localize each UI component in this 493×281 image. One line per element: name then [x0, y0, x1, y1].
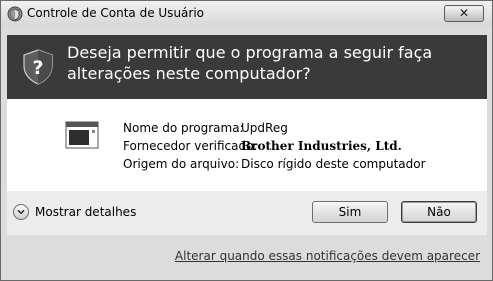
- details-bar: Mostrar detalhes Sim Não: [7, 191, 487, 235]
- publisher-label: Fornecedor verificado:: [123, 139, 258, 153]
- uac-shield-icon: [7, 6, 23, 22]
- svg-text:?: ?: [32, 57, 43, 79]
- chevron-down-icon: [13, 204, 29, 220]
- program-name-row: Nome do programa:UpdReg: [123, 121, 288, 135]
- banner-question: Deseja permitir que o programa a seguir …: [67, 43, 433, 83]
- window-title: Controle de Conta de Usuário: [27, 6, 205, 20]
- program-name-label: Nome do programa:: [123, 121, 244, 135]
- file-origin-row: Origem do arquivo: Disco rígido deste com…: [123, 157, 426, 171]
- title-bar[interactable]: Controle de Conta de Usuário ✕: [1, 1, 492, 27]
- publisher-value: Brother Industries, Ltd.: [241, 139, 402, 153]
- publisher-row: Fornecedor verificado:Brother Industries…: [123, 139, 402, 153]
- close-button[interactable]: ✕: [444, 5, 484, 22]
- close-icon: ✕: [458, 6, 470, 20]
- question-shield-icon: ?: [23, 49, 53, 85]
- program-info-panel: Nome do programa:UpdReg Fornecedor verif…: [7, 99, 487, 191]
- no-button[interactable]: Não: [401, 201, 477, 223]
- program-icon: [65, 121, 99, 149]
- file-origin-value: Disco rígido deste computador: [241, 157, 426, 171]
- file-origin-label: Origem do arquivo:: [123, 157, 240, 171]
- question-banner: ? Deseja permitir que o programa a segui…: [7, 35, 487, 99]
- show-details-label: Mostrar detalhes: [35, 205, 137, 219]
- uac-dialog: Controle de Conta de Usuário ✕ ? Deseja …: [0, 0, 493, 281]
- notification-settings-link[interactable]: Alterar quando essas notificações devem …: [175, 249, 480, 263]
- program-name-value: UpdReg: [241, 121, 288, 135]
- yes-button[interactable]: Sim: [312, 201, 388, 223]
